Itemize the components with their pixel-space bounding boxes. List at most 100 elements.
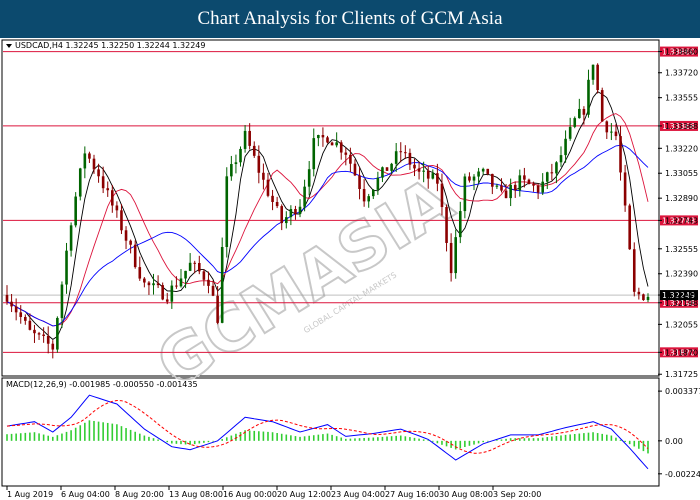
candle-body	[367, 196, 371, 202]
candle-body	[42, 334, 45, 336]
candle-body	[610, 131, 613, 133]
candle-body	[97, 169, 100, 177]
price-axis-label: 1.33055	[665, 169, 698, 178]
candle-body	[385, 167, 389, 171]
candle-body	[532, 184, 535, 186]
candle-body	[564, 138, 567, 156]
candle-body	[307, 169, 311, 187]
candle-body	[390, 163, 393, 171]
candle-body	[24, 316, 27, 321]
candle-body	[275, 201, 279, 207]
candle-body	[454, 237, 457, 274]
candle-body	[202, 271, 206, 280]
candle-body	[37, 333, 41, 335]
candle-body	[156, 283, 160, 286]
candle-body	[92, 158, 96, 170]
candle-body	[152, 283, 155, 286]
price-panel-info: USDCAD,H4 1.32245 1.32250 1.32244 1.3224…	[15, 41, 205, 50]
candle-body	[56, 317, 59, 350]
price-axis-label: 1.32198	[665, 299, 698, 308]
candle-body	[10, 301, 13, 307]
candle-body	[523, 175, 526, 180]
candle-body	[88, 153, 91, 159]
candle-body	[600, 90, 604, 122]
candle-body	[339, 142, 343, 153]
time-axis-label: 6 Aug 04:00	[61, 490, 110, 499]
price-axis-label: 1.33555	[665, 94, 698, 103]
candle-body	[248, 130, 251, 146]
candle-body	[458, 211, 462, 238]
candle-body	[486, 168, 490, 174]
time-axis-label: 27 Aug 16:00	[385, 490, 439, 499]
price-axis: 1.33860 1.33720 1.33555 1.33368 1.33220 1.330…	[658, 48, 698, 379]
candle-body	[394, 151, 398, 164]
candle-body	[321, 135, 325, 138]
candle-body	[573, 118, 577, 127]
candle-body	[298, 206, 302, 215]
candle-body	[413, 164, 416, 169]
candle-body	[436, 173, 439, 184]
price-axis-label: 1.32390	[665, 270, 698, 279]
candle-body	[124, 230, 128, 241]
macd-panel-info: MACD(12,26,9) -0.001985 -0.000550 -0.001…	[6, 380, 198, 389]
candle-body	[252, 145, 256, 156]
price-axis-label: 1.33220	[665, 144, 698, 153]
time-axis-label: 13 Aug 08:00	[169, 490, 223, 499]
price-axis-label: 1.31725	[665, 370, 698, 379]
candle-body	[637, 291, 641, 295]
candle-body	[536, 185, 540, 193]
candle-body	[51, 343, 55, 350]
candle-body	[463, 176, 467, 212]
candle-body	[431, 173, 435, 179]
candle-body	[353, 163, 357, 176]
candle-body	[115, 205, 119, 211]
candle-body	[541, 181, 544, 193]
candle-body	[513, 184, 517, 191]
candle-body	[481, 168, 485, 172]
candle-body	[422, 170, 425, 172]
candle-body	[591, 64, 595, 80]
candle-body	[74, 196, 77, 226]
chart-header: Chart Analysis for Clients of GCM Asia	[0, 0, 700, 38]
candle-body	[230, 164, 233, 177]
candle-body	[349, 154, 352, 164]
candle-body	[69, 225, 73, 251]
candle-body	[445, 207, 448, 243]
candle-body	[262, 172, 265, 180]
chart-title: Chart Analysis for Clients of GCM Asia	[197, 8, 503, 29]
candle-body	[28, 320, 32, 330]
candle-body	[587, 79, 590, 115]
candle-body	[19, 312, 23, 317]
candle-body	[344, 152, 348, 155]
candle-body	[5, 294, 9, 302]
candle-body	[381, 167, 384, 178]
candle-body	[509, 184, 512, 199]
macd-axis-label: 0.00	[665, 437, 683, 446]
candle-body	[280, 206, 284, 224]
candle-body	[642, 294, 645, 301]
candle-body	[545, 172, 549, 182]
time-axis-label: 23 Aug 04:00	[331, 490, 385, 499]
macd-panel-frame	[1, 377, 660, 487]
candle-body	[257, 155, 261, 173]
candle-body	[376, 177, 380, 190]
candle-body	[33, 329, 36, 334]
candle-body	[468, 176, 471, 181]
candle-body	[303, 186, 306, 207]
candle-body	[317, 135, 320, 139]
candle-body	[623, 172, 627, 206]
time-axis-label: 16 Aug 00:00	[223, 490, 277, 499]
candle-body	[628, 205, 631, 250]
candle-body	[426, 170, 430, 179]
candle-body	[408, 152, 412, 165]
candle-body	[500, 185, 503, 191]
candle-body	[198, 263, 201, 272]
time-axis-label: 1 Aug 2019	[7, 490, 53, 499]
candle-body	[527, 179, 531, 185]
candle-body	[111, 190, 114, 206]
trading-chart[interactable]: GCMASIA GLOBAL CAPITAL MARKETS 1.338601.…	[0, 38, 700, 500]
candle-body	[417, 168, 421, 172]
price-axis-label: 1.33368	[665, 122, 698, 131]
candle-body	[207, 279, 210, 286]
candle-body	[225, 176, 229, 248]
